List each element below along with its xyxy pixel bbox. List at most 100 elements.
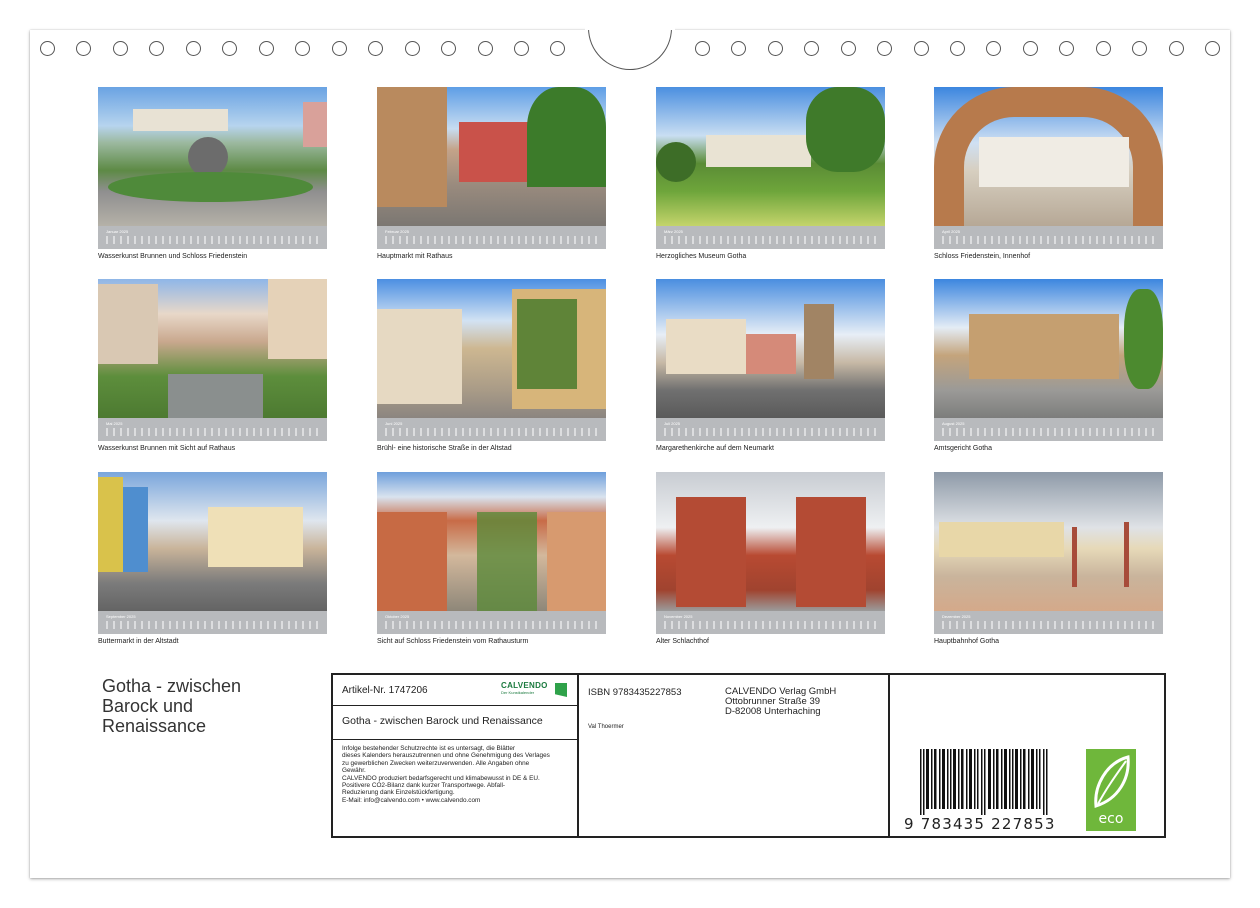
isbn: ISBN 9783435227853 bbox=[588, 687, 682, 698]
barcode-number: 9 783435 227853 bbox=[904, 815, 1056, 833]
photo-caption: Hauptmarkt mit Rathaus bbox=[377, 253, 453, 260]
month-label: März 2025 bbox=[664, 229, 683, 234]
month-photo bbox=[934, 87, 1163, 226]
binding-ring bbox=[76, 41, 91, 56]
binding-ring bbox=[841, 41, 856, 56]
eco-badge: eco bbox=[1086, 749, 1136, 831]
month-photo bbox=[377, 279, 606, 418]
photo-caption: Wasserkunst Brunnen und Schloss Friedens… bbox=[98, 253, 248, 260]
binding-ring bbox=[550, 41, 565, 56]
month-label: Juli 2025 bbox=[664, 421, 681, 426]
binding-ring bbox=[40, 41, 55, 56]
month-label: November 2025 bbox=[664, 614, 693, 619]
month-tile-october[interactable]: Oktober 2025 Sicht auf Schloss Friedenst… bbox=[377, 472, 606, 645]
binding-ring bbox=[368, 41, 383, 56]
photo-caption: Brühl- eine historische Straße in der Al… bbox=[377, 445, 512, 452]
binding-ring bbox=[986, 41, 1001, 56]
binding-ring bbox=[1169, 41, 1184, 56]
month-tile-may[interactable]: Mai 2025 Wasserkunst Brunnen mit Sicht a… bbox=[98, 279, 327, 452]
binding-ring bbox=[149, 41, 164, 56]
photo-caption: Herzogliches Museum Gotha bbox=[656, 253, 747, 260]
month-tile-november[interactable]: November 2025 Alter Schlachthof bbox=[656, 472, 885, 645]
month-label: August 2025 bbox=[942, 421, 965, 426]
calendar-title: Gotha - zwischen Barock und Renaissance bbox=[102, 676, 302, 736]
calendar-strip: Mai 2025 bbox=[98, 418, 327, 441]
binding-ring bbox=[441, 41, 456, 56]
title-line: Renaissance bbox=[102, 716, 207, 736]
binding-ring bbox=[186, 41, 201, 56]
binding-ring bbox=[1023, 41, 1038, 56]
product-title: Gotha - zwischen Barock und Renaissance bbox=[342, 715, 543, 727]
month-tile-june[interactable]: Juni 2025 Brühl- eine historische Straße… bbox=[377, 279, 606, 452]
month-label: Dezember 2025 bbox=[942, 614, 971, 619]
month-tile-february[interactable]: Februar 2025 Hauptmarkt mit Rathaus bbox=[377, 87, 606, 260]
month-tile-july[interactable]: Juli 2025 Margarethenkirche auf dem Neum… bbox=[656, 279, 885, 452]
binding-ring bbox=[914, 41, 929, 56]
binding-ring bbox=[731, 41, 746, 56]
binding-ring bbox=[478, 41, 493, 56]
month-photo bbox=[934, 472, 1163, 611]
calendar-strip: August 2025 bbox=[934, 418, 1163, 441]
month-label: September 2025 bbox=[106, 614, 136, 619]
calendar-strip: April 2025 bbox=[934, 226, 1163, 249]
info-column-publisher: ISBN 9783435227853 CALVENDO Verlag GmbH … bbox=[579, 675, 890, 836]
month-photo bbox=[98, 87, 327, 226]
legal-notice: Infolge bestehender Schutzrechte ist es … bbox=[342, 745, 550, 804]
binding-ring bbox=[695, 41, 710, 56]
photo-caption: Sicht auf Schloss Friedenstein vom Ratha… bbox=[377, 638, 529, 645]
binding-ring bbox=[1096, 41, 1111, 56]
calendar-strip: März 2025 bbox=[656, 226, 885, 249]
publisher-address: CALVENDO Verlag GmbH Ottobrunner Straße … bbox=[725, 686, 837, 717]
binding-ring bbox=[514, 41, 529, 56]
title-line: Gotha - zwischen bbox=[102, 676, 242, 696]
calendar-strip: September 2025 bbox=[98, 611, 327, 634]
barcode bbox=[920, 749, 1048, 815]
month-photo bbox=[656, 279, 885, 418]
month-label: Januar 2025 bbox=[106, 229, 129, 234]
binding-ring bbox=[332, 41, 347, 56]
month-label: Oktober 2025 bbox=[385, 614, 410, 619]
calvendo-logo: CALVENDO Der Kunstkalender bbox=[501, 681, 567, 701]
eco-label: eco bbox=[1098, 811, 1124, 827]
binding-ring bbox=[768, 41, 783, 56]
leaf-icon bbox=[1094, 755, 1130, 808]
binding-ring bbox=[1059, 41, 1074, 56]
photo-caption: Alter Schlachthof bbox=[656, 638, 709, 645]
binding-ring bbox=[222, 41, 237, 56]
calendar-strip: Oktober 2025 bbox=[377, 611, 606, 634]
month-tile-april[interactable]: April 2025 Schloss Friedenstein, Innenho… bbox=[934, 87, 1163, 260]
photo-caption: Hauptbahnhof Gotha bbox=[934, 638, 999, 645]
calendar-strip: Februar 2025 bbox=[377, 226, 606, 249]
author-name: Val Thoermer bbox=[588, 724, 624, 730]
binding-ring bbox=[804, 41, 819, 56]
binding-ring bbox=[950, 41, 965, 56]
month-tile-august[interactable]: August 2025 Amtsgericht Gotha bbox=[934, 279, 1163, 452]
binding-ring bbox=[259, 41, 274, 56]
calendar-strip: Januar 2025 bbox=[98, 226, 327, 249]
binding-ring bbox=[113, 41, 128, 56]
month-label: April 2025 bbox=[942, 229, 961, 234]
month-photo bbox=[377, 87, 606, 226]
month-tile-september[interactable]: September 2025 Buttermarkt in der Altsta… bbox=[98, 472, 327, 645]
binding-ring bbox=[1132, 41, 1147, 56]
binding-ring bbox=[877, 41, 892, 56]
photo-caption: Amtsgericht Gotha bbox=[934, 445, 992, 452]
month-photo bbox=[98, 472, 327, 611]
month-photo bbox=[98, 279, 327, 418]
title-line: Barock und bbox=[102, 696, 194, 716]
month-tile-march[interactable]: März 2025 Herzogliches Museum Gotha bbox=[656, 87, 885, 260]
photo-caption: Wasserkunst Brunnen mit Sicht auf Rathau… bbox=[98, 445, 236, 452]
calendar-strip: Juni 2025 bbox=[377, 418, 606, 441]
info-column-article: Artikel-Nr. 1747206 CALVENDO Der Kunstka… bbox=[333, 675, 579, 836]
month-label: Juni 2025 bbox=[385, 421, 403, 426]
binding-ring bbox=[1205, 41, 1220, 56]
month-tile-december[interactable]: Dezember 2025 Hauptbahnhof Gotha bbox=[934, 472, 1163, 645]
month-tile-january[interactable]: Januar 2025 Wasserkunst Brunnen und Schl… bbox=[98, 87, 327, 260]
binding-ring bbox=[295, 41, 310, 56]
month-label: Februar 2025 bbox=[385, 229, 410, 234]
calendar-strip: Juli 2025 bbox=[656, 418, 885, 441]
photo-caption: Margarethenkirche auf dem Neumarkt bbox=[656, 445, 774, 452]
binding-ring bbox=[405, 41, 420, 56]
month-photo bbox=[377, 472, 606, 611]
month-photo bbox=[656, 87, 885, 226]
